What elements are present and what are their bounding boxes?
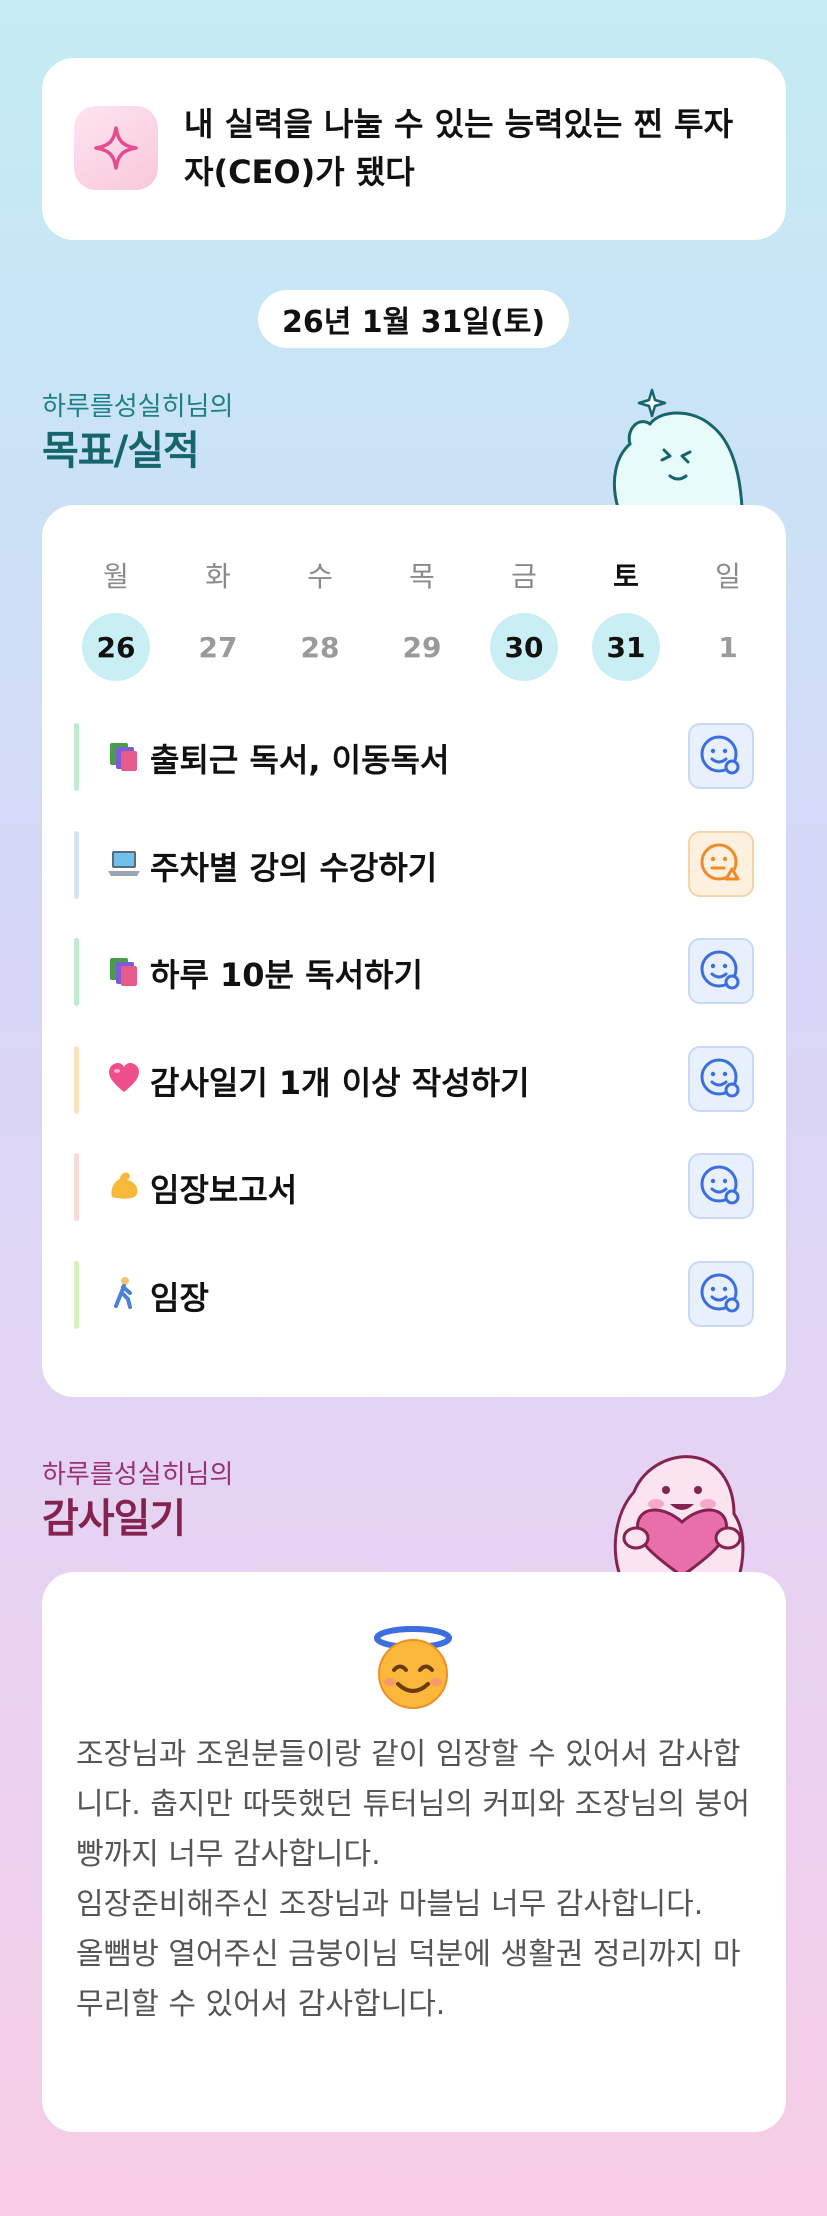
goal-label: 감사일기 1개 이상 작성하기 [150,1063,530,1102]
goal-label: 임장보고서 [150,1171,298,1209]
calendar-day[interactable]: 29 [388,613,456,681]
calendar-day[interactable]: 31 [592,613,660,681]
goal-item[interactable]: 출퇴근 독서, 이동독서 [74,723,754,791]
goal-item[interactable]: 임장보고서 [74,1153,754,1221]
laptop-icon [106,845,142,885]
weekday-label: 금 [511,560,537,593]
goal-color-bar [74,1260,79,1329]
goal-item[interactable]: 감사일기 1개 이상 작성하기 [74,1045,754,1114]
goal-color-bar [74,1153,79,1221]
calendar-day[interactable]: 27 [184,613,252,681]
calendar-day[interactable]: 26 [82,613,150,681]
motto-text: 내 실력을 나눌 수 있는 능력있는 찐 투자자(CEO)가 됐다 [184,105,734,191]
books-icon [106,952,142,992]
status-done-icon[interactable] [688,938,754,1004]
heart-icon [106,1060,142,1100]
diary-section-title: 감사일기 [42,1496,186,1542]
goal-item[interactable]: 하루 10분 독서하기 [74,938,754,1006]
goal-color-bar [74,723,79,791]
sparkle-icon [74,106,158,190]
goal-color-bar [74,830,79,899]
date-label[interactable]: 26년 1월 31일(토) [258,290,569,348]
flexed-arm-icon [106,1167,142,1207]
status-done-icon[interactable] [688,723,754,789]
mascot-waving-illustration [612,388,744,508]
weekday-label: 일 [715,560,741,593]
status-done-icon[interactable] [688,1153,754,1219]
goal-item[interactable]: 주차별 강의 수강하기 [74,830,754,899]
weekday-label: 목 [409,560,435,593]
goals-card: 월 26 화 27 수 28 목 29 금 30 토 31 일 1 출퇴근 독서, 이동독서주차별 강의 … [42,505,786,1397]
calendar-day[interactable]: 30 [490,613,558,681]
status-done-icon[interactable] [688,1045,754,1112]
goal-color-bar [74,938,79,1006]
mascot-heart-illustration [613,1455,745,1580]
goals-section-title: 목표/실적 [42,428,200,474]
goal-label: 임장 [150,1278,209,1317]
status-partial-icon[interactable] [688,830,754,897]
calendar-day[interactable]: 28 [286,613,354,681]
goal-color-bar [74,1045,79,1114]
smiling-face-with-halo-icon [374,1626,452,1709]
status-done-icon[interactable] [688,1260,754,1327]
gratitude-diary-card: 조장님과 조원분들이랑 같이 임장할 수 있어서 감사합니다. 춥지만 따뜻했던… [42,1572,786,2132]
books-icon [106,737,142,777]
calendar-day[interactable]: 1 [694,613,762,681]
goal-label: 출퇴근 독서, 이동독서 [150,741,450,779]
goal-label: 주차별 강의 수강하기 [150,848,438,887]
weekday-label: 화 [205,560,231,593]
weekday-label: 월 [103,560,129,593]
goal-item[interactable]: 임장 [74,1260,754,1329]
weekday-label: 수 [307,560,333,593]
walking-person-icon [106,1275,142,1315]
diary-entry-text: 조장님과 조원분들이랑 같이 임장할 수 있어서 감사합니다. 춥지만 따뜻했던… [76,1737,750,2022]
motto-card: 내 실력을 나눌 수 있는 능력있는 찐 투자자(CEO)가 됐다 [42,58,786,240]
weekday-label: 토 [613,560,639,593]
goal-label: 하루 10분 독서하기 [150,956,423,994]
